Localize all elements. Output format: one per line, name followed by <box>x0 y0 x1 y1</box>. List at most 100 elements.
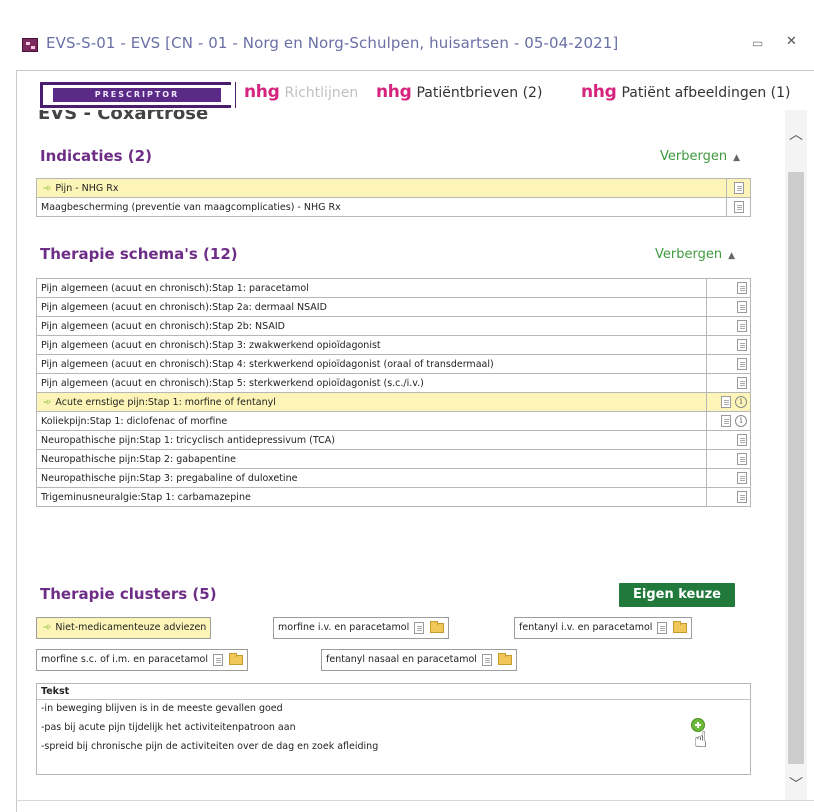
table-cell <box>706 373 751 393</box>
folder-icon[interactable] <box>497 652 512 665</box>
table-row[interactable]: Pijn algemeen (acuut en chronisch):Stap … <box>36 316 751 336</box>
table-row[interactable]: Pijn algemeen (acuut en chronisch):Stap … <box>36 373 751 393</box>
document-icon[interactable] <box>737 282 747 294</box>
schemas-toggle[interactable]: Verbergen ▲ <box>655 247 735 262</box>
row-label: Pijn algemeen (acuut en chronisch):Stap … <box>41 377 424 389</box>
info-icon[interactable]: i <box>735 396 747 408</box>
close-icon[interactable]: ✕ <box>786 34 797 49</box>
chip-label: fentanyl i.v. en paracetamol <box>519 622 653 633</box>
table-row[interactable]: Maagbescherming (preventie van maagcompl… <box>36 197 751 217</box>
document-icon[interactable] <box>414 621 425 634</box>
table-cell: Pijn algemeen (acuut en chronisch):Stap … <box>36 354 707 374</box>
chevron-up-icon: ▲ <box>728 251 736 261</box>
row-label: Pijn algemeen (acuut en chronisch):Stap … <box>41 282 309 294</box>
document-icon[interactable] <box>737 320 747 332</box>
window-title: EVS-S-01 - EVS [CN - 01 - Norg en Norg-S… <box>46 34 619 52</box>
table-row[interactable]: Neuropathische pijn:Stap 1: tricyclisch … <box>36 430 751 450</box>
table-row[interactable]: ➾ Pijn - NHG Rx <box>36 178 751 198</box>
folder-icon[interactable] <box>673 620 688 633</box>
row-label: Pijn algemeen (acuut en chronisch):Stap … <box>41 339 381 351</box>
table-cell: i <box>706 392 751 412</box>
toggle-label: Verbergen <box>655 247 723 262</box>
tekst-box: Tekst -in beweging blijven is in de mees… <box>36 683 751 775</box>
hand-cursor-icon: ☝ <box>694 728 708 753</box>
folder-icon[interactable] <box>229 652 243 665</box>
tab-label: Patiënt afbeeldingen (1) <box>621 85 791 101</box>
vertical-scrollbar[interactable]: ︿ ﹀ <box>785 110 807 800</box>
eigen-keuze-button[interactable]: Eigen keuze <box>619 583 735 607</box>
table-cell: Trigeminusneuralgie:Stap 1: carbamazepin… <box>36 487 707 507</box>
table-cell <box>726 197 751 217</box>
tab-richtlijnen[interactable]: nhg Richtlijnen <box>244 82 358 102</box>
row-label: Trigeminusneuralgie:Stap 1: carbamazepin… <box>41 491 251 503</box>
document-icon[interactable] <box>213 653 223 666</box>
cluster-chip[interactable]: ➾ Niet-medicamenteuze adviezen <box>36 617 212 639</box>
arrow-right-icon: ➾ <box>43 182 52 194</box>
chip-label: Niet-medicamenteuze adviezen <box>55 622 207 633</box>
document-icon[interactable] <box>737 301 747 313</box>
scrollbar-thumb[interactable] <box>788 172 804 764</box>
table-cell <box>726 178 751 198</box>
table-row[interactable]: Koliekpijn:Stap 1: diclofenac of morfine… <box>36 411 751 431</box>
document-icon[interactable] <box>737 358 747 370</box>
prescriptor-button[interactable]: PRESCRIPTOR <box>40 82 236 108</box>
frame-divider <box>16 800 814 801</box>
cluster-chip[interactable]: morfine s.c. of i.m. en paracetamol <box>36 649 248 671</box>
table-cell <box>706 354 751 374</box>
table-row[interactable]: Pijn algemeen (acuut en chronisch):Stap … <box>36 335 751 355</box>
table-row[interactable]: Trigeminusneuralgie:Stap 1: carbamazepin… <box>36 487 751 507</box>
tekst-line: -spreid bij chronische pijn de activitei… <box>41 741 379 752</box>
indicaties-table: ➾ Pijn - NHG Rx Maagbescherming (preventi… <box>36 178 751 217</box>
chip-label: morfine s.c. of i.m. en paracetamol <box>41 654 208 665</box>
document-icon[interactable] <box>737 434 747 446</box>
document-icon[interactable] <box>737 339 747 351</box>
document-icon[interactable] <box>733 182 744 194</box>
table-cell <box>706 297 751 317</box>
table-cell: Koliekpijn:Stap 1: diclofenac of morfine <box>36 411 707 431</box>
table-cell <box>706 468 751 488</box>
table-row[interactable]: Pijn algemeen (acuut en chronisch):Stap … <box>36 354 751 374</box>
folder-icon[interactable] <box>430 620 445 633</box>
chip-label: morfine i.v. en paracetamol <box>278 622 410 633</box>
indicaties-toggle[interactable]: Verbergen ▲ <box>660 149 740 164</box>
tekst-line: -in beweging blijven is in de meeste gev… <box>41 703 283 714</box>
document-icon[interactable] <box>737 491 747 503</box>
table-cell: Pijn algemeen (acuut en chronisch):Stap … <box>36 316 707 336</box>
document-icon[interactable] <box>733 201 744 213</box>
table-row[interactable]: Pijn algemeen (acuut en chronisch):Stap … <box>36 278 751 298</box>
chevron-up-icon[interactable]: ︿ <box>785 124 807 146</box>
row-label: Neuropathische pijn:Stap 2: gabapentine <box>41 453 237 465</box>
info-icon[interactable]: i <box>735 415 747 427</box>
table-cell: Pijn algemeen (acuut en chronisch):Stap … <box>36 335 707 355</box>
tab-patient-afbeeldingen[interactable]: nhg Patiënt afbeeldingen (1) <box>581 82 791 102</box>
table-row[interactable]: ➾ Acute ernstige pijn:Stap 1: morfine of … <box>36 392 751 412</box>
table-row[interactable]: Neuropathische pijn:Stap 2: gabapentine <box>36 449 751 469</box>
document-icon[interactable] <box>481 653 492 666</box>
document-icon[interactable] <box>737 453 747 465</box>
minimize-icon[interactable]: ▭ <box>752 36 763 50</box>
table-cell: i <box>706 411 751 431</box>
row-label: Pijn algemeen (acuut en chronisch):Stap … <box>41 320 285 332</box>
cluster-chip[interactable]: fentanyl nasaal en paracetamol <box>321 649 517 671</box>
table-cell: Pijn algemeen (acuut en chronisch):Stap … <box>36 297 707 317</box>
row-label: Maagbescherming (preventie van maagcompl… <box>41 201 341 213</box>
table-row[interactable]: Neuropathische pijn:Stap 3: pregabaline … <box>36 468 751 488</box>
chevron-down-icon[interactable]: ﹀ <box>785 774 807 796</box>
table-cell: Neuropathische pijn:Stap 1: tricyclisch … <box>36 430 707 450</box>
chip-label: fentanyl nasaal en paracetamol <box>326 654 477 665</box>
row-label: Koliekpijn:Stap 1: diclofenac of morfine <box>41 415 228 427</box>
main-content: Indicaties (2) Verbergen ▲ ➾ Pijn - NHG Rx… <box>36 120 784 800</box>
table-row[interactable]: Pijn algemeen (acuut en chronisch):Stap … <box>36 297 751 317</box>
document-icon[interactable] <box>737 472 747 484</box>
evs-window: EVS-S-01 - EVS [CN - 01 - Norg en Norg-S… <box>0 0 814 812</box>
arrow-right-icon: ➾ <box>43 622 52 633</box>
row-label: Acute ernstige pijn:Stap 1: morfine of f… <box>55 396 276 408</box>
document-icon[interactable] <box>737 377 747 389</box>
document-icon[interactable] <box>721 415 731 427</box>
tab-patientbrieven[interactable]: nhg Patiëntbrieven (2) <box>376 82 542 102</box>
cluster-chip[interactable]: fentanyl i.v. en paracetamol <box>514 617 693 639</box>
nhg-logo-icon: nhg <box>244 82 280 102</box>
document-icon[interactable] <box>657 621 668 634</box>
cluster-chip[interactable]: morfine i.v. en paracetamol <box>273 617 450 639</box>
document-icon[interactable] <box>721 396 731 408</box>
